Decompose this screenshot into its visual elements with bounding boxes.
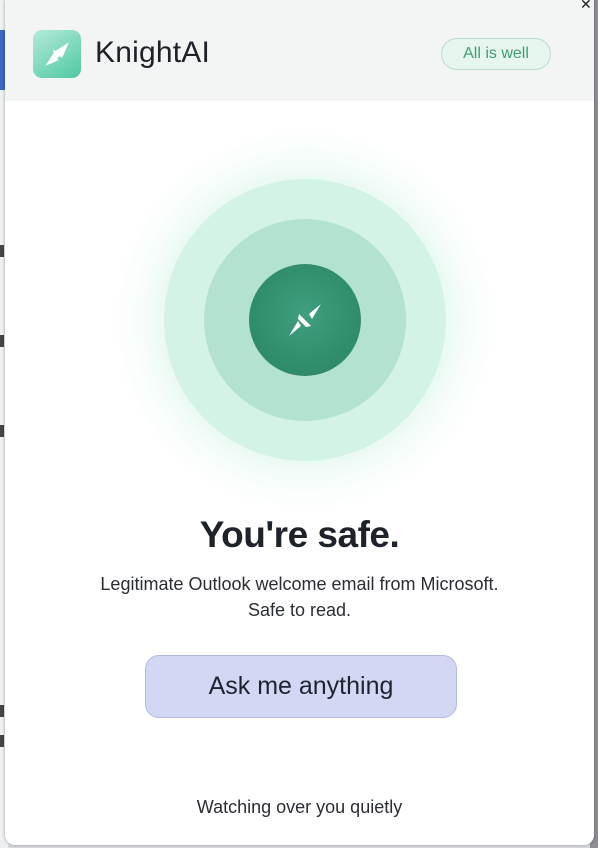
close-icon[interactable]: ✕ <box>580 0 598 12</box>
background-text-fragment <box>0 245 4 257</box>
verdict-description: Legitimate Outlook welcome email from Mi… <box>35 571 564 623</box>
sparkle-icon <box>45 42 69 66</box>
verdict-description-line: Legitimate Outlook welcome email from Mi… <box>100 574 499 594</box>
safety-status-indicator <box>100 115 510 525</box>
app-title: KnightAI <box>95 36 211 69</box>
verdict-description-line: Safe to read. <box>247 600 352 620</box>
footer-status-text: Watching over you quietly <box>196 797 403 817</box>
safety-title: You're safe. <box>199 514 400 555</box>
status-badge: All is well <box>441 38 551 70</box>
knightai-popup-panel: KnightAI All is well You're safe. Legiti… <box>5 0 594 845</box>
app-logo <box>33 30 81 78</box>
background-text-fragment <box>0 705 4 717</box>
background-text-fragment <box>0 735 4 747</box>
header: KnightAI All is well <box>5 0 594 101</box>
ask-me-anything-button[interactable]: Ask me anything <box>145 655 457 718</box>
background-text-fragment <box>0 425 4 437</box>
background-text-fragment <box>0 335 4 347</box>
